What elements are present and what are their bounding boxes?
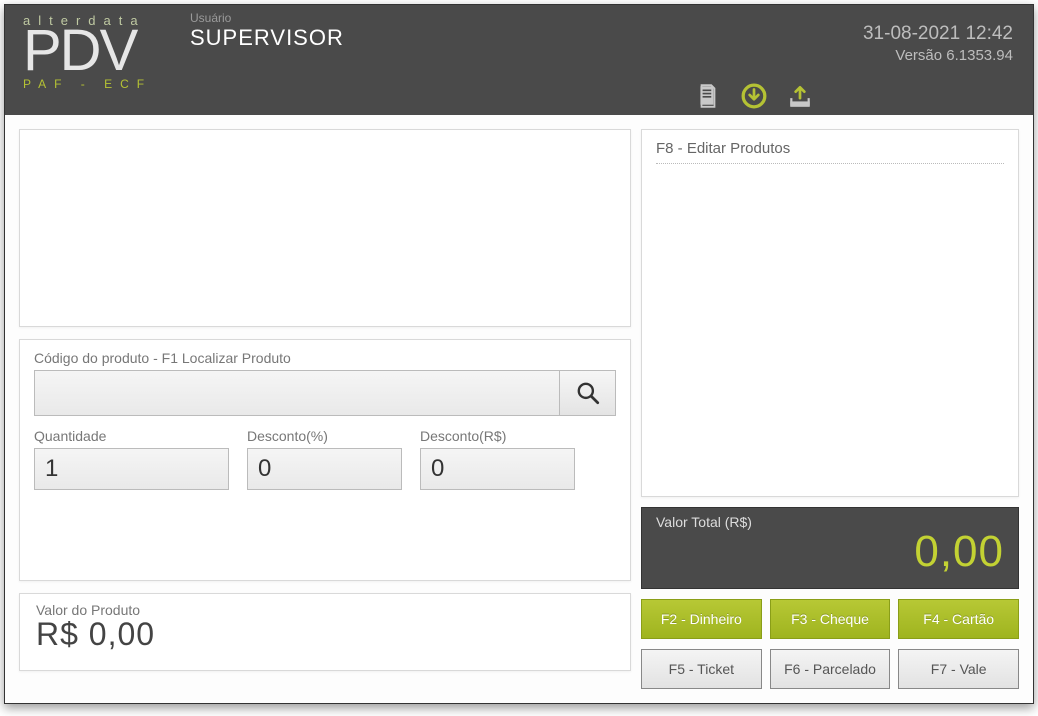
qty-field: Quantidade <box>34 428 229 490</box>
payment-row-2: F5 - Ticket F6 - Parcelado F7 - Vale <box>641 649 1019 689</box>
product-code-label: Código do produto - F1 Localizar Produto <box>34 350 616 366</box>
brand-sub: PAF - ECF <box>23 77 170 91</box>
discount-pct-input[interactable] <box>247 448 402 490</box>
divider <box>656 163 1004 164</box>
discount-pct-label: Desconto(%) <box>247 428 402 444</box>
qty-label: Quantidade <box>34 428 229 444</box>
logo: alterdata PDV PAF - ECF <box>5 5 180 91</box>
qty-input[interactable] <box>34 448 229 490</box>
entry-panel: Código do produto - F1 Localizar Produto… <box>19 339 631 581</box>
left-column: Código do produto - F1 Localizar Produto… <box>19 129 631 689</box>
download-icon[interactable] <box>741 83 767 109</box>
product-code-row <box>34 370 616 416</box>
discount-val-input[interactable] <box>420 448 575 490</box>
discount-val-label: Desconto(R$) <box>420 428 575 444</box>
user-name: SUPERVISOR <box>190 25 344 51</box>
f3-cheque-button[interactable]: F3 - Cheque <box>770 599 891 639</box>
total-value: 0,00 <box>656 530 1004 574</box>
edit-products-panel: F8 - Editar Produtos <box>641 129 1019 497</box>
export-icon[interactable] <box>787 83 813 109</box>
document-icon[interactable] <box>695 83 721 109</box>
brand-main: PDV <box>23 26 170 75</box>
user-block: Usuário SUPERVISOR <box>190 11 344 51</box>
app-window: alterdata PDV PAF - ECF Usuário SUPERVIS… <box>4 4 1034 704</box>
payment-row-1: F2 - Dinheiro F3 - Cheque F4 - Cartão <box>641 599 1019 639</box>
product-search-button[interactable] <box>559 371 615 415</box>
version: Versão 6.1353.94 <box>863 47 1013 64</box>
f5-ticket-button[interactable]: F5 - Ticket <box>641 649 762 689</box>
product-value-panel: Valor do Produto R$ 0,00 <box>19 593 631 671</box>
f7-vale-button[interactable]: F7 - Vale <box>898 649 1019 689</box>
discount-val-field: Desconto(R$) <box>420 428 575 490</box>
product-value: R$ 0,00 <box>36 616 614 653</box>
datetime-block: 31-08-2021 12:42 Versão 6.1353.94 <box>863 23 1013 64</box>
header-icons <box>695 83 813 109</box>
header: alterdata PDV PAF - ECF Usuário SUPERVIS… <box>5 5 1033 115</box>
product-code-input[interactable] <box>35 371 559 415</box>
edit-products-title: F8 - Editar Produtos <box>656 140 1004 157</box>
right-column: F8 - Editar Produtos Valor Total (R$) 0,… <box>641 129 1019 689</box>
search-icon <box>575 380 601 406</box>
datetime: 31-08-2021 12:42 <box>863 23 1013 45</box>
f6-parcelado-button[interactable]: F6 - Parcelado <box>770 649 891 689</box>
f2-dinheiro-button[interactable]: F2 - Dinheiro <box>641 599 762 639</box>
discount-pct-field: Desconto(%) <box>247 428 402 490</box>
fields-row: Quantidade Desconto(%) Desconto(R$) <box>34 428 616 490</box>
body: Código do produto - F1 Localizar Produto… <box>5 115 1033 703</box>
total-panel: Valor Total (R$) 0,00 <box>641 507 1019 589</box>
f4-cartao-button[interactable]: F4 - Cartão <box>898 599 1019 639</box>
user-label: Usuário <box>190 11 344 25</box>
product-display-panel <box>19 129 631 327</box>
